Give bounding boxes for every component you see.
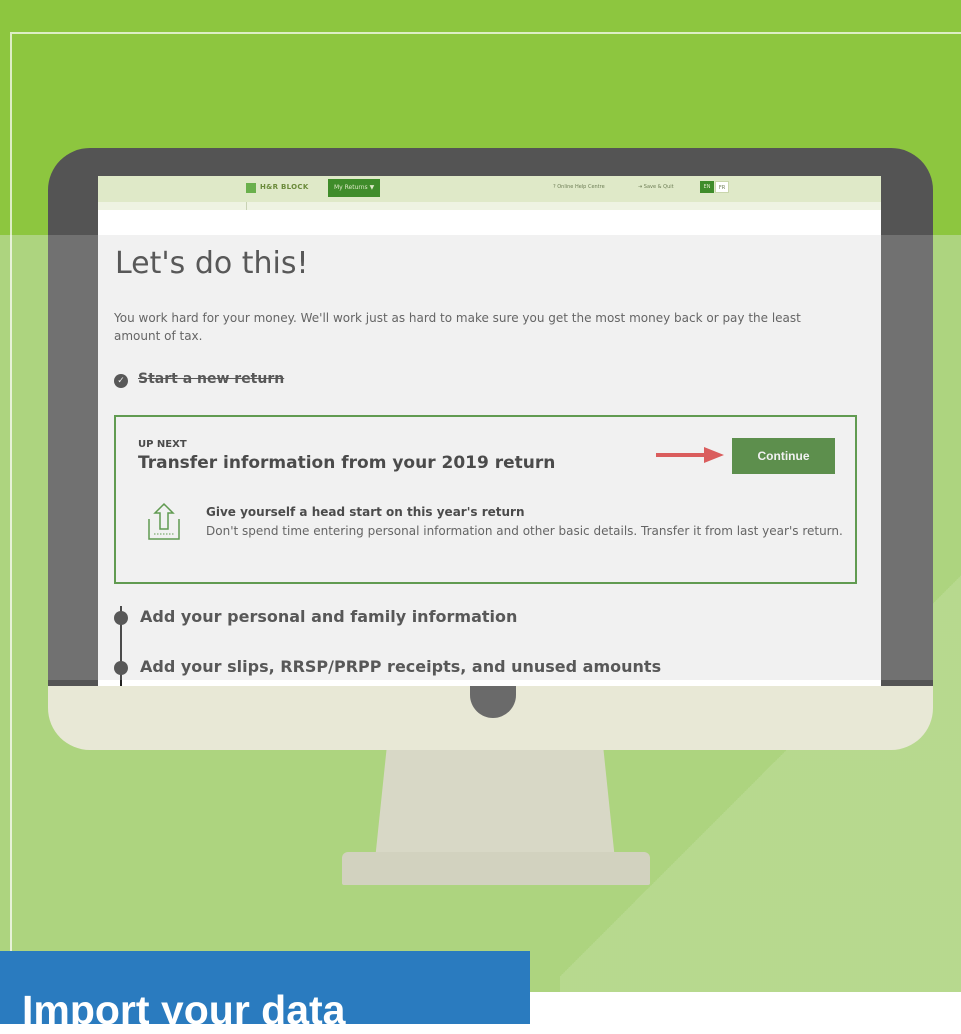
- save-quit-link[interactable]: ⇥ Save & Quit: [638, 184, 674, 190]
- intro-text: You work hard for your money. We'll work…: [114, 311, 801, 343]
- import-banner: Import your data: [0, 951, 530, 1033]
- upload-tray-icon: [148, 502, 180, 540]
- background-white-strip: [530, 992, 961, 1024]
- logo-text: H&R BLOCK: [260, 183, 309, 191]
- lang-fr-toggle[interactable]: FR: [715, 181, 729, 193]
- my-returns-menu[interactable]: My Returns ▼: [328, 179, 381, 197]
- logo-icon: [246, 183, 256, 193]
- benefit-title: Give yourself a head start on this year'…: [206, 505, 525, 519]
- step-label: Add your slips, RRSP/PRPP receipts, and …: [140, 657, 662, 676]
- monitor-stand-neck: [375, 745, 615, 860]
- up-next-eyebrow: UP NEXT: [138, 439, 187, 450]
- up-next-title: Transfer information from your 2019 retu…: [138, 453, 556, 473]
- arrow-right-icon: [656, 447, 724, 463]
- benefit-description: Don't spend time entering personal infor…: [206, 524, 843, 538]
- app-topbar: H&R BLOCK My Returns ▼ ? Online Help Cen…: [98, 176, 881, 203]
- step-dot-icon: [114, 661, 128, 675]
- import-banner-label: Import your data: [22, 987, 346, 1033]
- continue-button[interactable]: Continue: [732, 438, 835, 474]
- step-dot-icon: [114, 611, 128, 625]
- monitor-stand-base: [342, 852, 650, 885]
- check-circle-icon: ✓: [114, 374, 128, 388]
- page-title: Let's do this!: [115, 246, 309, 281]
- browser-screen: H&R BLOCK My Returns ▼ ? Online Help Cen…: [98, 176, 881, 686]
- lang-en-toggle[interactable]: EN: [700, 181, 714, 193]
- up-next-card: UP NEXT Transfer information from your 2…: [114, 415, 857, 584]
- subbar-divider: [246, 202, 247, 210]
- app-subbar: [98, 202, 881, 210]
- step-label: Add your personal and family information: [140, 607, 518, 626]
- help-centre-link[interactable]: ? Online Help Centre: [553, 184, 605, 190]
- completed-step-label[interactable]: Start a new return: [138, 371, 284, 387]
